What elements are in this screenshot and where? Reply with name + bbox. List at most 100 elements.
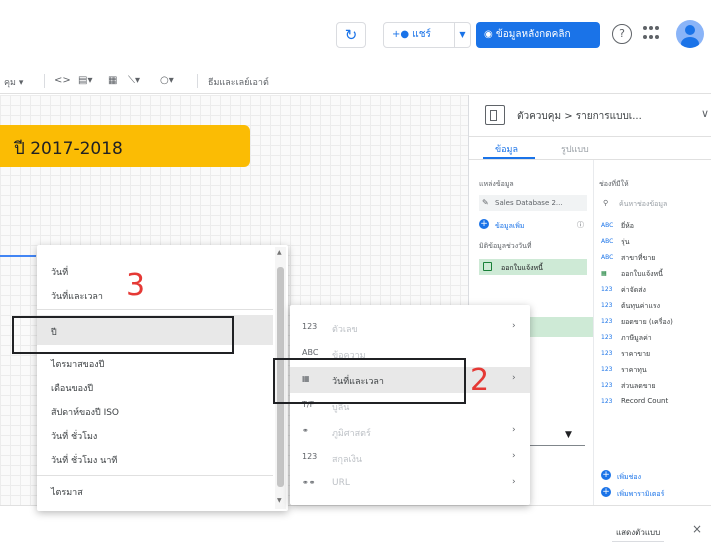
- field-item[interactable]: 123 ราคาขาย: [597, 349, 711, 362]
- add-parameter-link[interactable]: เพิ่มพารามิเตอร์: [617, 489, 664, 500]
- field-item[interactable]: 123 ราคาทุน: [597, 365, 711, 378]
- column-divider: [593, 160, 594, 505]
- chevron-right-icon: ›: [512, 477, 516, 487]
- number-type-icon: 123: [302, 322, 318, 331]
- divider: [469, 159, 711, 160]
- link-icon: ⚭⚭: [302, 478, 316, 487]
- line-icon[interactable]: ⟍▾: [128, 75, 140, 86]
- date-range-label: มิติข้อมูลช่วงวันที่: [479, 242, 532, 250]
- field-item[interactable]: ▦ ออกใบแจ้งหนี้: [597, 269, 711, 282]
- add-data-link[interactable]: ข้อมูลเพิ่ม: [495, 221, 525, 232]
- menu-divider: [37, 475, 273, 476]
- refresh-button[interactable]: ↻: [336, 22, 366, 48]
- field-item[interactable]: ABC รุ่น: [597, 237, 711, 250]
- field-type-menu: 123 ตัวเลข › ABC ข้อความ ▦ วันที่และเวลา…: [290, 305, 530, 505]
- add-circle-icon[interactable]: +: [479, 219, 489, 229]
- menu-item-number[interactable]: 123 ตัวเลข ›: [290, 315, 530, 341]
- field-search-input[interactable]: ค้นหาช่องข้อมูล: [619, 199, 667, 210]
- panel-title: ตัวควบคุม > รายการแบบเ...: [517, 111, 642, 122]
- share-caret-button[interactable]: ▼: [455, 22, 471, 48]
- control-underline: [0, 255, 36, 257]
- tab-style[interactable]: รูปแบบ: [561, 142, 589, 156]
- close-icon[interactable]: ×: [692, 522, 702, 536]
- chart-type-icon[interactable]: [485, 105, 505, 125]
- shape-icon[interactable]: ○▾: [160, 75, 174, 86]
- reset-button[interactable]: แสดงตัวแบบ: [612, 524, 665, 542]
- tab-data[interactable]: ข้อมูล: [495, 142, 518, 156]
- add-person-icon: +●: [392, 29, 410, 40]
- menu-item-date-hour[interactable]: วันที่ ชั่วโมง: [51, 429, 97, 443]
- menu-item-currency[interactable]: 123 สกุลเงิน ›: [290, 445, 530, 471]
- bottom-bar: แสดงตัวแบบ ×: [0, 505, 711, 552]
- menu-divider: [37, 309, 273, 310]
- panel-header: ตัวควบคุม > รายการแบบเ... ∨: [469, 95, 711, 137]
- toolbar-menu-item[interactable]: คุม ▾: [4, 75, 23, 89]
- annotation-step-3: 3: [126, 268, 146, 303]
- pencil-icon: ✎: [482, 198, 489, 207]
- code-icon[interactable]: <>: [54, 75, 71, 86]
- calendar-icon: [483, 262, 492, 271]
- chevron-down-icon[interactable]: ▼: [565, 430, 572, 440]
- page-title: ปี 2017-2018: [14, 139, 123, 159]
- field-item[interactable]: ABC ยี่ห้อ: [597, 221, 711, 234]
- data-source-name: Sales Database 2...: [495, 199, 563, 207]
- chevron-right-icon: ›: [512, 425, 516, 435]
- date-dimension-chip[interactable]: ออกใบแจ้งหนี้: [479, 259, 587, 275]
- app-top-bar: ↻ +● แชร์ ▼ ◉ ข้อมูลหลังกดคลิก ?: [0, 0, 711, 68]
- chevron-down-icon: ▼: [459, 30, 466, 39]
- calendar-icon: ▦: [601, 270, 607, 277]
- theme-layout-button[interactable]: ธีมและเลย์เอาต์: [208, 75, 269, 89]
- title-banner[interactable]: ปี 2017-2018: [0, 125, 250, 167]
- text-type-icon: ABC: [302, 348, 319, 357]
- menu-item-date[interactable]: วันที่: [51, 265, 68, 279]
- share-button[interactable]: +● แชร์: [383, 22, 455, 48]
- add-circle-icon[interactable]: +: [601, 487, 611, 497]
- field-item[interactable]: 123 ต้นทุนค่าแรง: [597, 301, 711, 314]
- chevron-right-icon: ›: [512, 321, 516, 331]
- refresh-icon: ↻: [344, 26, 358, 44]
- scroll-up-icon[interactable]: ▲: [277, 249, 282, 256]
- chevron-right-icon: ›: [512, 451, 516, 461]
- field-item[interactable]: 123 ค่าจัดส่ง: [597, 285, 711, 298]
- avatar[interactable]: [676, 20, 704, 48]
- search-icon[interactable]: ⚲: [603, 199, 608, 207]
- currency-type-icon: 123: [302, 452, 318, 461]
- globe-icon: ⚭: [302, 426, 309, 435]
- menu-item-url[interactable]: ⚭⚭ URL ›: [290, 471, 530, 497]
- menu-item-month-of-year[interactable]: เดือนของปี: [51, 381, 93, 395]
- menu-item-geo[interactable]: ⚭ ภูมิศาสตร์ ›: [290, 419, 530, 445]
- menu-item-quarter[interactable]: ไตรมาส: [51, 485, 83, 499]
- date-granularity-menu: วันที่ วันที่และเวลา ปี ไตรมาสของปี เดือ…: [37, 245, 288, 511]
- data-source-row[interactable]: ✎ Sales Database 2...: [479, 195, 587, 211]
- menu-item-date-hour-minute[interactable]: วันที่ ชั่วโมง นาที: [51, 453, 117, 467]
- field-item[interactable]: ABC สาขาที่ขาย: [597, 253, 711, 266]
- field-item[interactable]: 123 ส่วนลดขาย: [597, 381, 711, 394]
- annotation-box-year: [12, 316, 234, 354]
- view-label: ข้อมูลหลังกดคลิก: [495, 29, 571, 40]
- source-label: แหล่งข้อมูล: [479, 180, 514, 188]
- date-field-label: ออกใบแจ้งหนี้: [501, 264, 543, 272]
- menu-item-iso-week[interactable]: สัปดาห์ของปี ISO: [51, 405, 119, 419]
- apps-grid-icon[interactable]: [643, 26, 659, 42]
- chevron-down-icon[interactable]: ∨: [701, 107, 709, 120]
- toolbar-divider: [197, 74, 198, 88]
- eye-icon: ◉: [484, 29, 493, 40]
- field-item[interactable]: 123 Record Count: [597, 397, 711, 410]
- chevron-right-icon: ›: [512, 373, 516, 383]
- view-button[interactable]: ◉ ข้อมูลหลังกดคลิก: [476, 22, 600, 48]
- menu-item-datetime[interactable]: วันที่และเวลา: [51, 289, 103, 303]
- add-circle-icon[interactable]: +: [601, 470, 611, 480]
- annotation-box-datetime: [273, 358, 466, 404]
- grid-icon[interactable]: ▦: [108, 75, 117, 86]
- help-icon[interactable]: ?: [612, 24, 632, 44]
- available-fields-label: ช่องที่มีให้: [599, 180, 629, 188]
- menu-item-quarter-of-year[interactable]: ไตรมาสของปี: [51, 357, 104, 371]
- annotation-step-2: 2: [470, 363, 490, 398]
- add-field-link[interactable]: เพิ่มช่อง: [617, 472, 641, 483]
- add-chart-icon[interactable]: ▤▾: [78, 75, 92, 86]
- field-item[interactable]: 123 ภาษีมูลค่า: [597, 333, 711, 346]
- toolbar-divider: [44, 74, 45, 88]
- scroll-down-icon[interactable]: ▼: [277, 497, 282, 504]
- editor-toolbar: คุม ▾ <> ▤▾ ▦ ⟍▾ ○▾ ธีมและเลย์เอาต์: [0, 68, 711, 94]
- field-item[interactable]: 123 ยอดขาย (เครื่อง): [597, 317, 711, 330]
